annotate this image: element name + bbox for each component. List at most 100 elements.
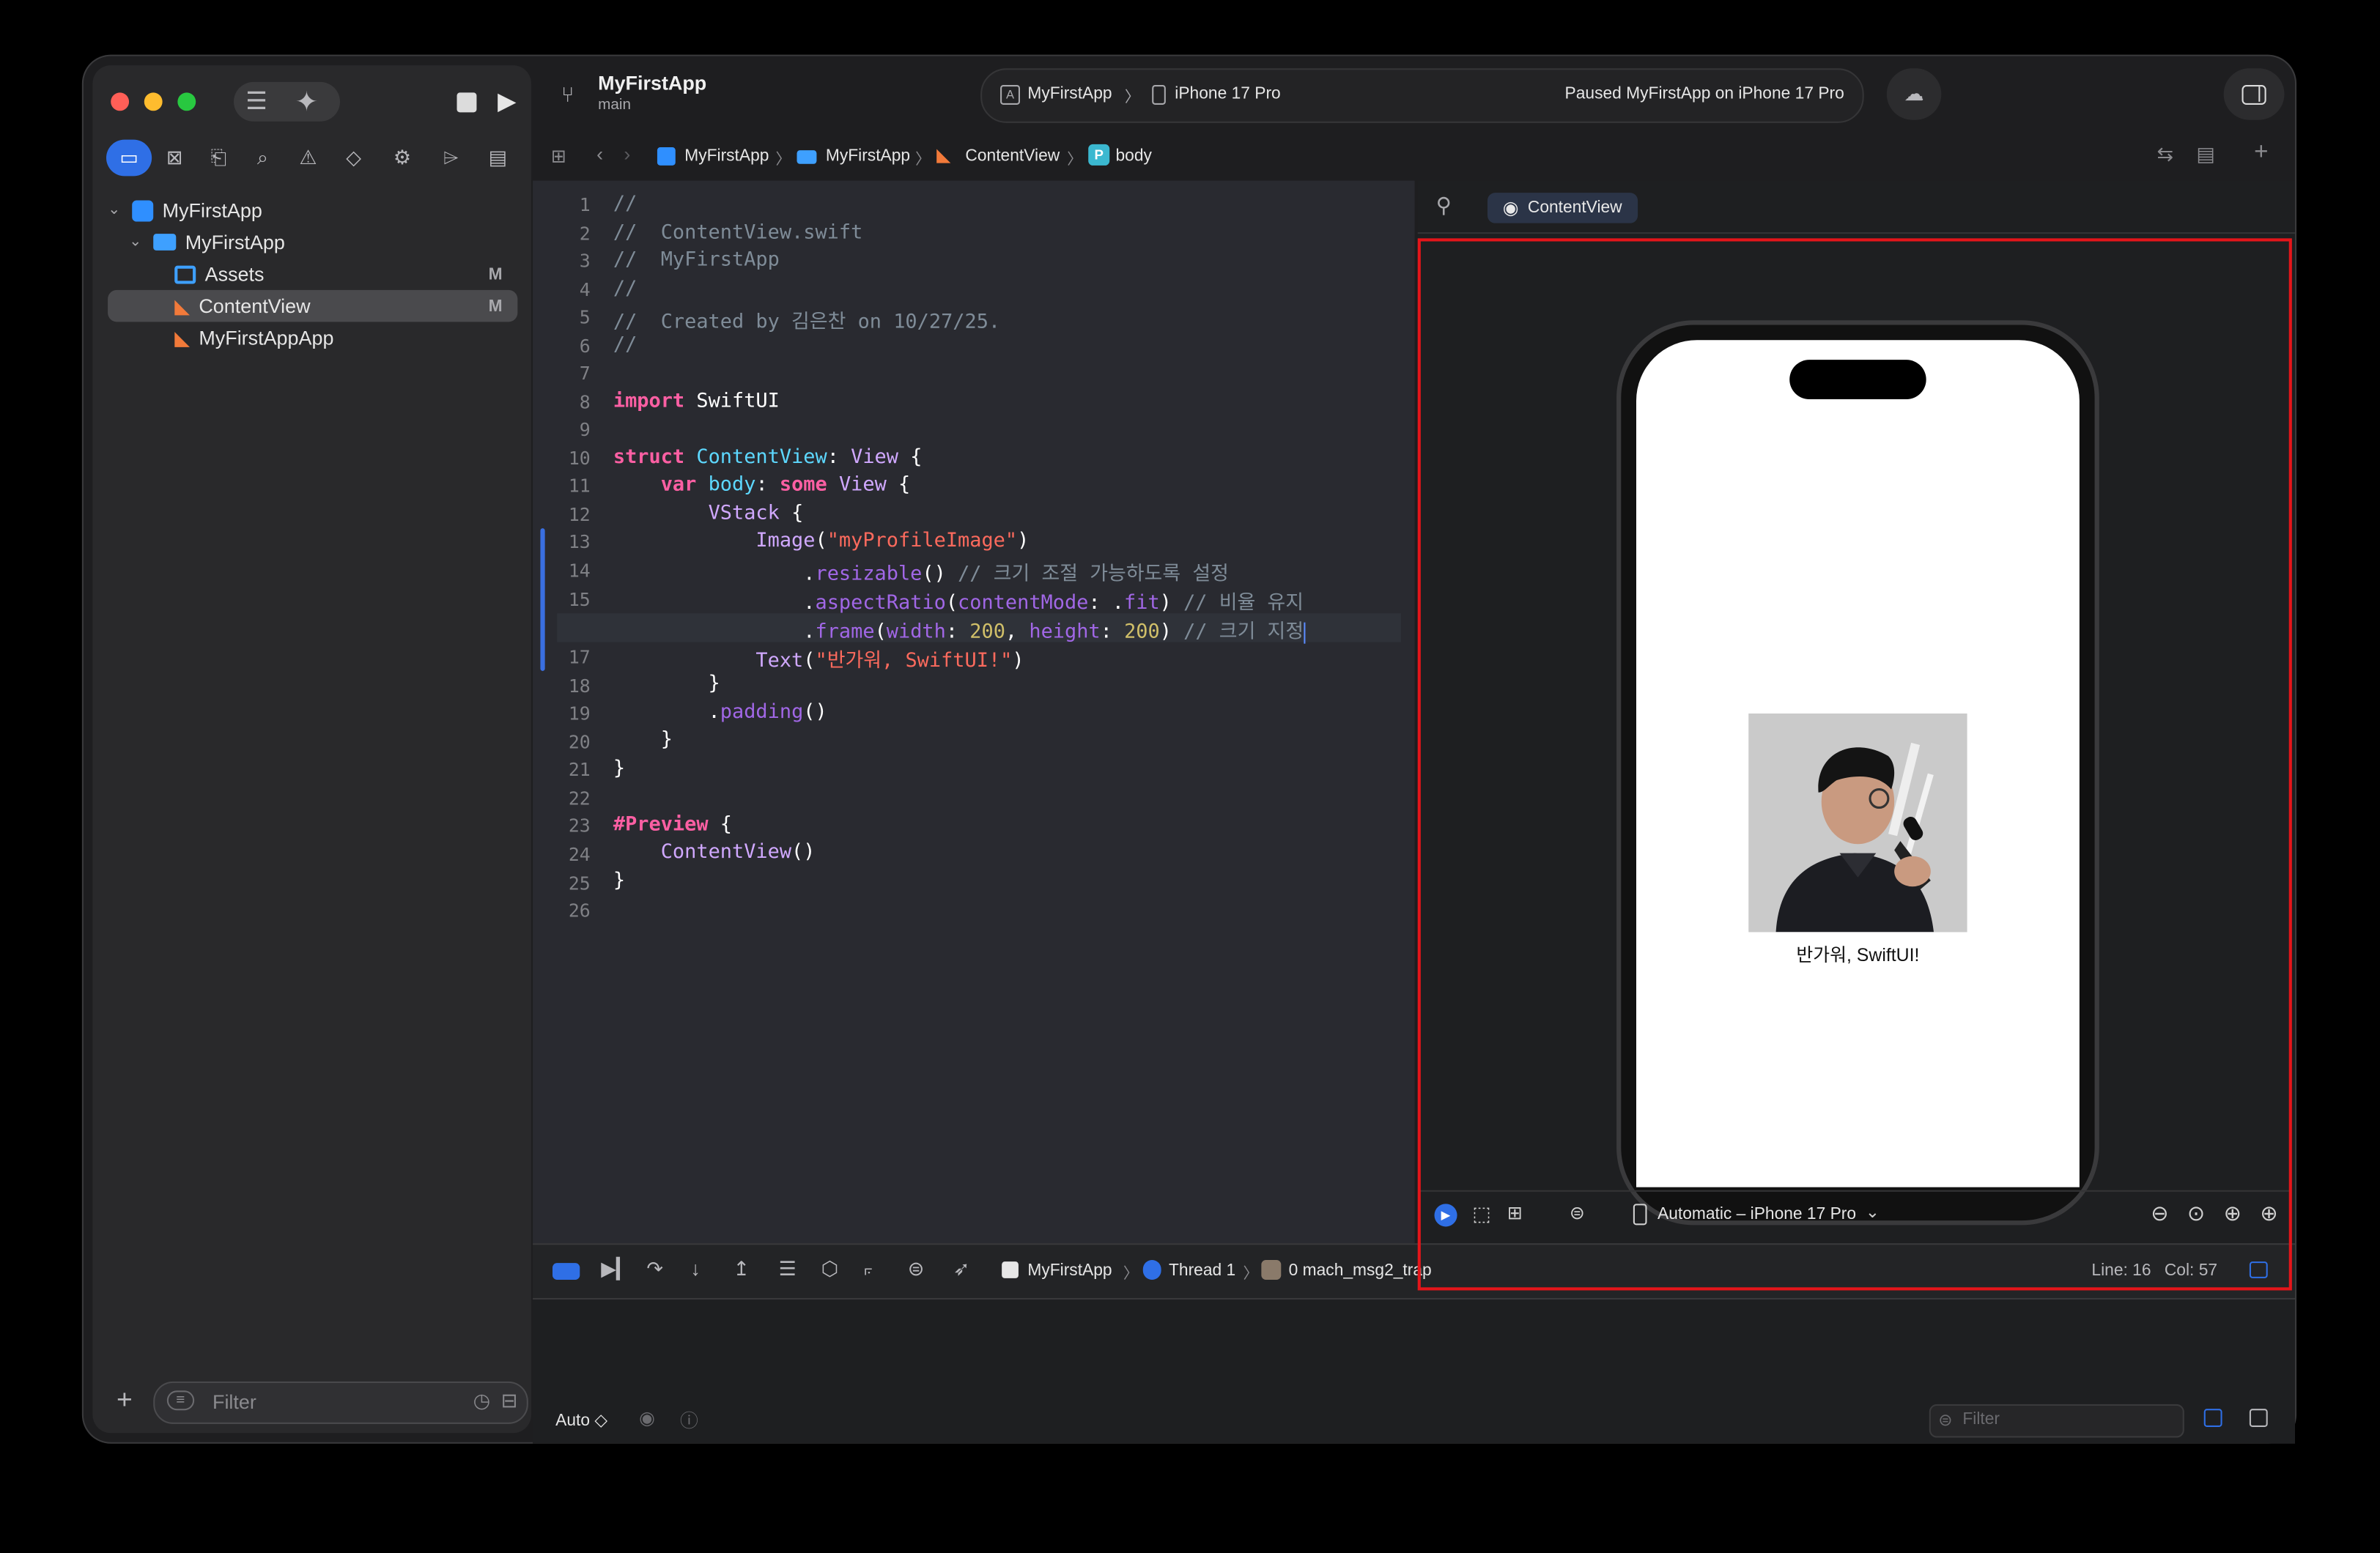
grid-icon[interactable]: ⊞ (551, 146, 566, 167)
breakpoint-icon[interactable]: ⌲ (432, 140, 469, 177)
app-icon: A (1000, 85, 1020, 105)
chevron-right-icon: 〉 (915, 152, 931, 169)
minimize-button[interactable] (144, 92, 163, 111)
device-selector[interactable]: Automatic – iPhone 17 Pro (1658, 1205, 1856, 1223)
recent-icon[interactable]: ◷ (473, 1389, 490, 1413)
continue-icon[interactable]: ▶▎ (601, 1257, 631, 1281)
debug-target[interactable]: MyFirstApp (1027, 1261, 1112, 1280)
filter-icon: ≡ (166, 1390, 194, 1411)
scm-filter-icon[interactable]: ⊟ (501, 1389, 518, 1413)
console-filter-field[interactable]: ⊜ Filter (1929, 1404, 2184, 1438)
debug-thread[interactable]: Thread 1 (1169, 1261, 1235, 1280)
add-icon[interactable]: + (111, 1384, 138, 1415)
line-number: 22 (568, 787, 591, 809)
selectable-mode-icon[interactable]: ⬚ (1472, 1202, 1490, 1226)
zoom-button[interactable] (177, 92, 196, 111)
inspector-toggle-icon[interactable] (2223, 68, 2285, 120)
line-indicator: Line: 16 (2091, 1261, 2151, 1280)
right-pane-toggle-icon[interactable] (2249, 1409, 2268, 1427)
code-line: var body: some View { (660, 473, 911, 497)
line-number: 7 (579, 363, 591, 385)
editor-options-icon[interactable]: ▤ (2196, 143, 2214, 167)
variables-mode-selector[interactable]: Auto ◇ (555, 1410, 607, 1430)
chevron-down-icon[interactable]: ⌄ (129, 234, 153, 251)
breadcrumb-group[interactable]: MyFirstApp (826, 147, 910, 166)
swap-icon[interactable]: ⇆ (2157, 143, 2174, 167)
sparkle-icon[interactable]: ✦ (287, 85, 327, 119)
left-pane-toggle-icon[interactable] (2203, 1409, 2222, 1427)
forward-icon[interactable]: › (624, 143, 630, 166)
code-line: #Preview { (613, 813, 733, 837)
line-number: 26 (568, 900, 591, 922)
scheme-selector[interactable]: MyFirstApp (1027, 85, 1112, 103)
zoom-out-icon[interactable]: ⊖ (2151, 1201, 2168, 1226)
close-button[interactable] (111, 92, 130, 111)
app-title: MyFirstApp (598, 71, 707, 94)
chevron-right-icon: 〉 (1243, 1266, 1259, 1283)
tree-row-contentview[interactable]: ◣ ContentView M (108, 289, 518, 322)
debug-icon[interactable]: ⚙ (384, 140, 421, 177)
tree-row-assets[interactable]: Assets M (108, 258, 517, 290)
back-icon[interactable]: ‹ (596, 143, 603, 166)
step-over-icon[interactable]: ↷ (646, 1257, 663, 1281)
variants-icon[interactable]: ⊞ (1507, 1202, 1523, 1223)
code-line: // ContentView.swift (613, 221, 863, 245)
add-editor-icon[interactable]: + (2254, 140, 2268, 167)
breadcrumb-symbol[interactable]: body (1116, 147, 1152, 166)
tree-row-project[interactable]: ⌄ MyFirstApp (108, 194, 517, 226)
asset-catalog-icon (174, 264, 196, 283)
eye-icon[interactable]: ◉ (639, 1407, 655, 1428)
tree-row-group[interactable]: ⌄ MyFirstApp (108, 226, 517, 259)
device-screen[interactable]: 반가워, SwiftUI! (1636, 340, 2080, 1187)
breakpoints-toggle-icon[interactable] (552, 1263, 580, 1280)
source-editor[interactable]: 1 2 3 4 5 6 7 8 9 10 11 12 13 14 15 16 1… (533, 180, 1415, 1244)
window-controls: ☰ ✦ ▶ (92, 65, 531, 135)
app-icon (1002, 1261, 1019, 1278)
run-destination[interactable]: iPhone 17 Pro (1175, 85, 1280, 103)
preview-tab[interactable]: ◉ ContentView (1488, 193, 1638, 223)
report-icon[interactable]: ▤ (480, 140, 517, 177)
graph-icon[interactable]: ⟔ (864, 1257, 873, 1281)
folder-icon[interactable]: ▭ (106, 139, 152, 177)
location-icon[interactable]: ➶ (953, 1257, 970, 1281)
line-number: 4 (579, 279, 591, 301)
canvas-settings-icon[interactable]: ⊜ (1570, 1202, 1585, 1223)
branch-name: main (598, 97, 632, 114)
test-icon[interactable]: ◇ (336, 140, 372, 177)
debug-frame[interactable]: 0 mach_msg2_trap (1289, 1261, 1432, 1280)
run-button[interactable]: ▶ (490, 85, 524, 119)
change-bar (540, 528, 545, 671)
tree-row-app[interactable]: ◣ MyFirstAppApp (108, 322, 517, 354)
search-icon[interactable]: ⌕ (245, 140, 281, 177)
bookmark-icon[interactable]: ⎗ (200, 140, 237, 177)
zoom-actual-icon[interactable]: ⊕ (2224, 1201, 2242, 1226)
memory-graph-icon[interactable]: ⬡ (821, 1257, 839, 1281)
navigator-filter-field[interactable]: ≡ Filter ◷ ⊟ (153, 1381, 528, 1424)
debug-area-toggle-icon[interactable] (2249, 1261, 2268, 1278)
chevron-down-icon[interactable]: ⌄ (1866, 1202, 1880, 1222)
zoom-fit-icon[interactable]: ⊙ (2187, 1201, 2205, 1226)
step-into-icon[interactable]: ↓ (691, 1257, 701, 1280)
live-preview-icon[interactable]: ▶ (1434, 1204, 1457, 1227)
pin-icon[interactable]: ⚲ (1436, 193, 1452, 218)
filter-placeholder: Filter (1962, 1410, 2000, 1429)
breadcrumb-project[interactable]: MyFirstApp (684, 147, 769, 166)
list-icon[interactable]: ☰ (238, 85, 275, 119)
breadcrumb-file[interactable]: ContentView (965, 147, 1060, 166)
line-number: 15 (568, 589, 591, 611)
line-number: 3 (579, 250, 591, 272)
toolbar: ⑂ MyFirstApp main A MyFirstApp 〉 iPhone … (533, 56, 2295, 136)
code-line: .aspectRatio(contentMode: .fit) // 비율 유지 (613, 592, 1304, 615)
view-debugger-icon[interactable]: ☰ (779, 1257, 797, 1281)
step-out-icon[interactable]: ↥ (733, 1257, 750, 1281)
zoom-in-icon[interactable]: ⊕ (2260, 1201, 2277, 1226)
environment-icon[interactable]: ⊜ (908, 1257, 925, 1281)
warning-icon[interactable]: ⚠ (290, 140, 327, 177)
stop-button[interactable] (451, 86, 481, 116)
info-icon[interactable]: ⓘ (680, 1407, 698, 1433)
cloud-icon[interactable]: ☁ (1886, 68, 1942, 120)
preview-header: ⚲ ◉ ContentView (1417, 181, 2295, 234)
device-frame: 반가워, SwiftUI! (1621, 325, 2095, 1221)
chevron-down-icon[interactable]: ⌄ (108, 202, 132, 219)
source-control-icon[interactable]: ⊠ (156, 140, 193, 177)
